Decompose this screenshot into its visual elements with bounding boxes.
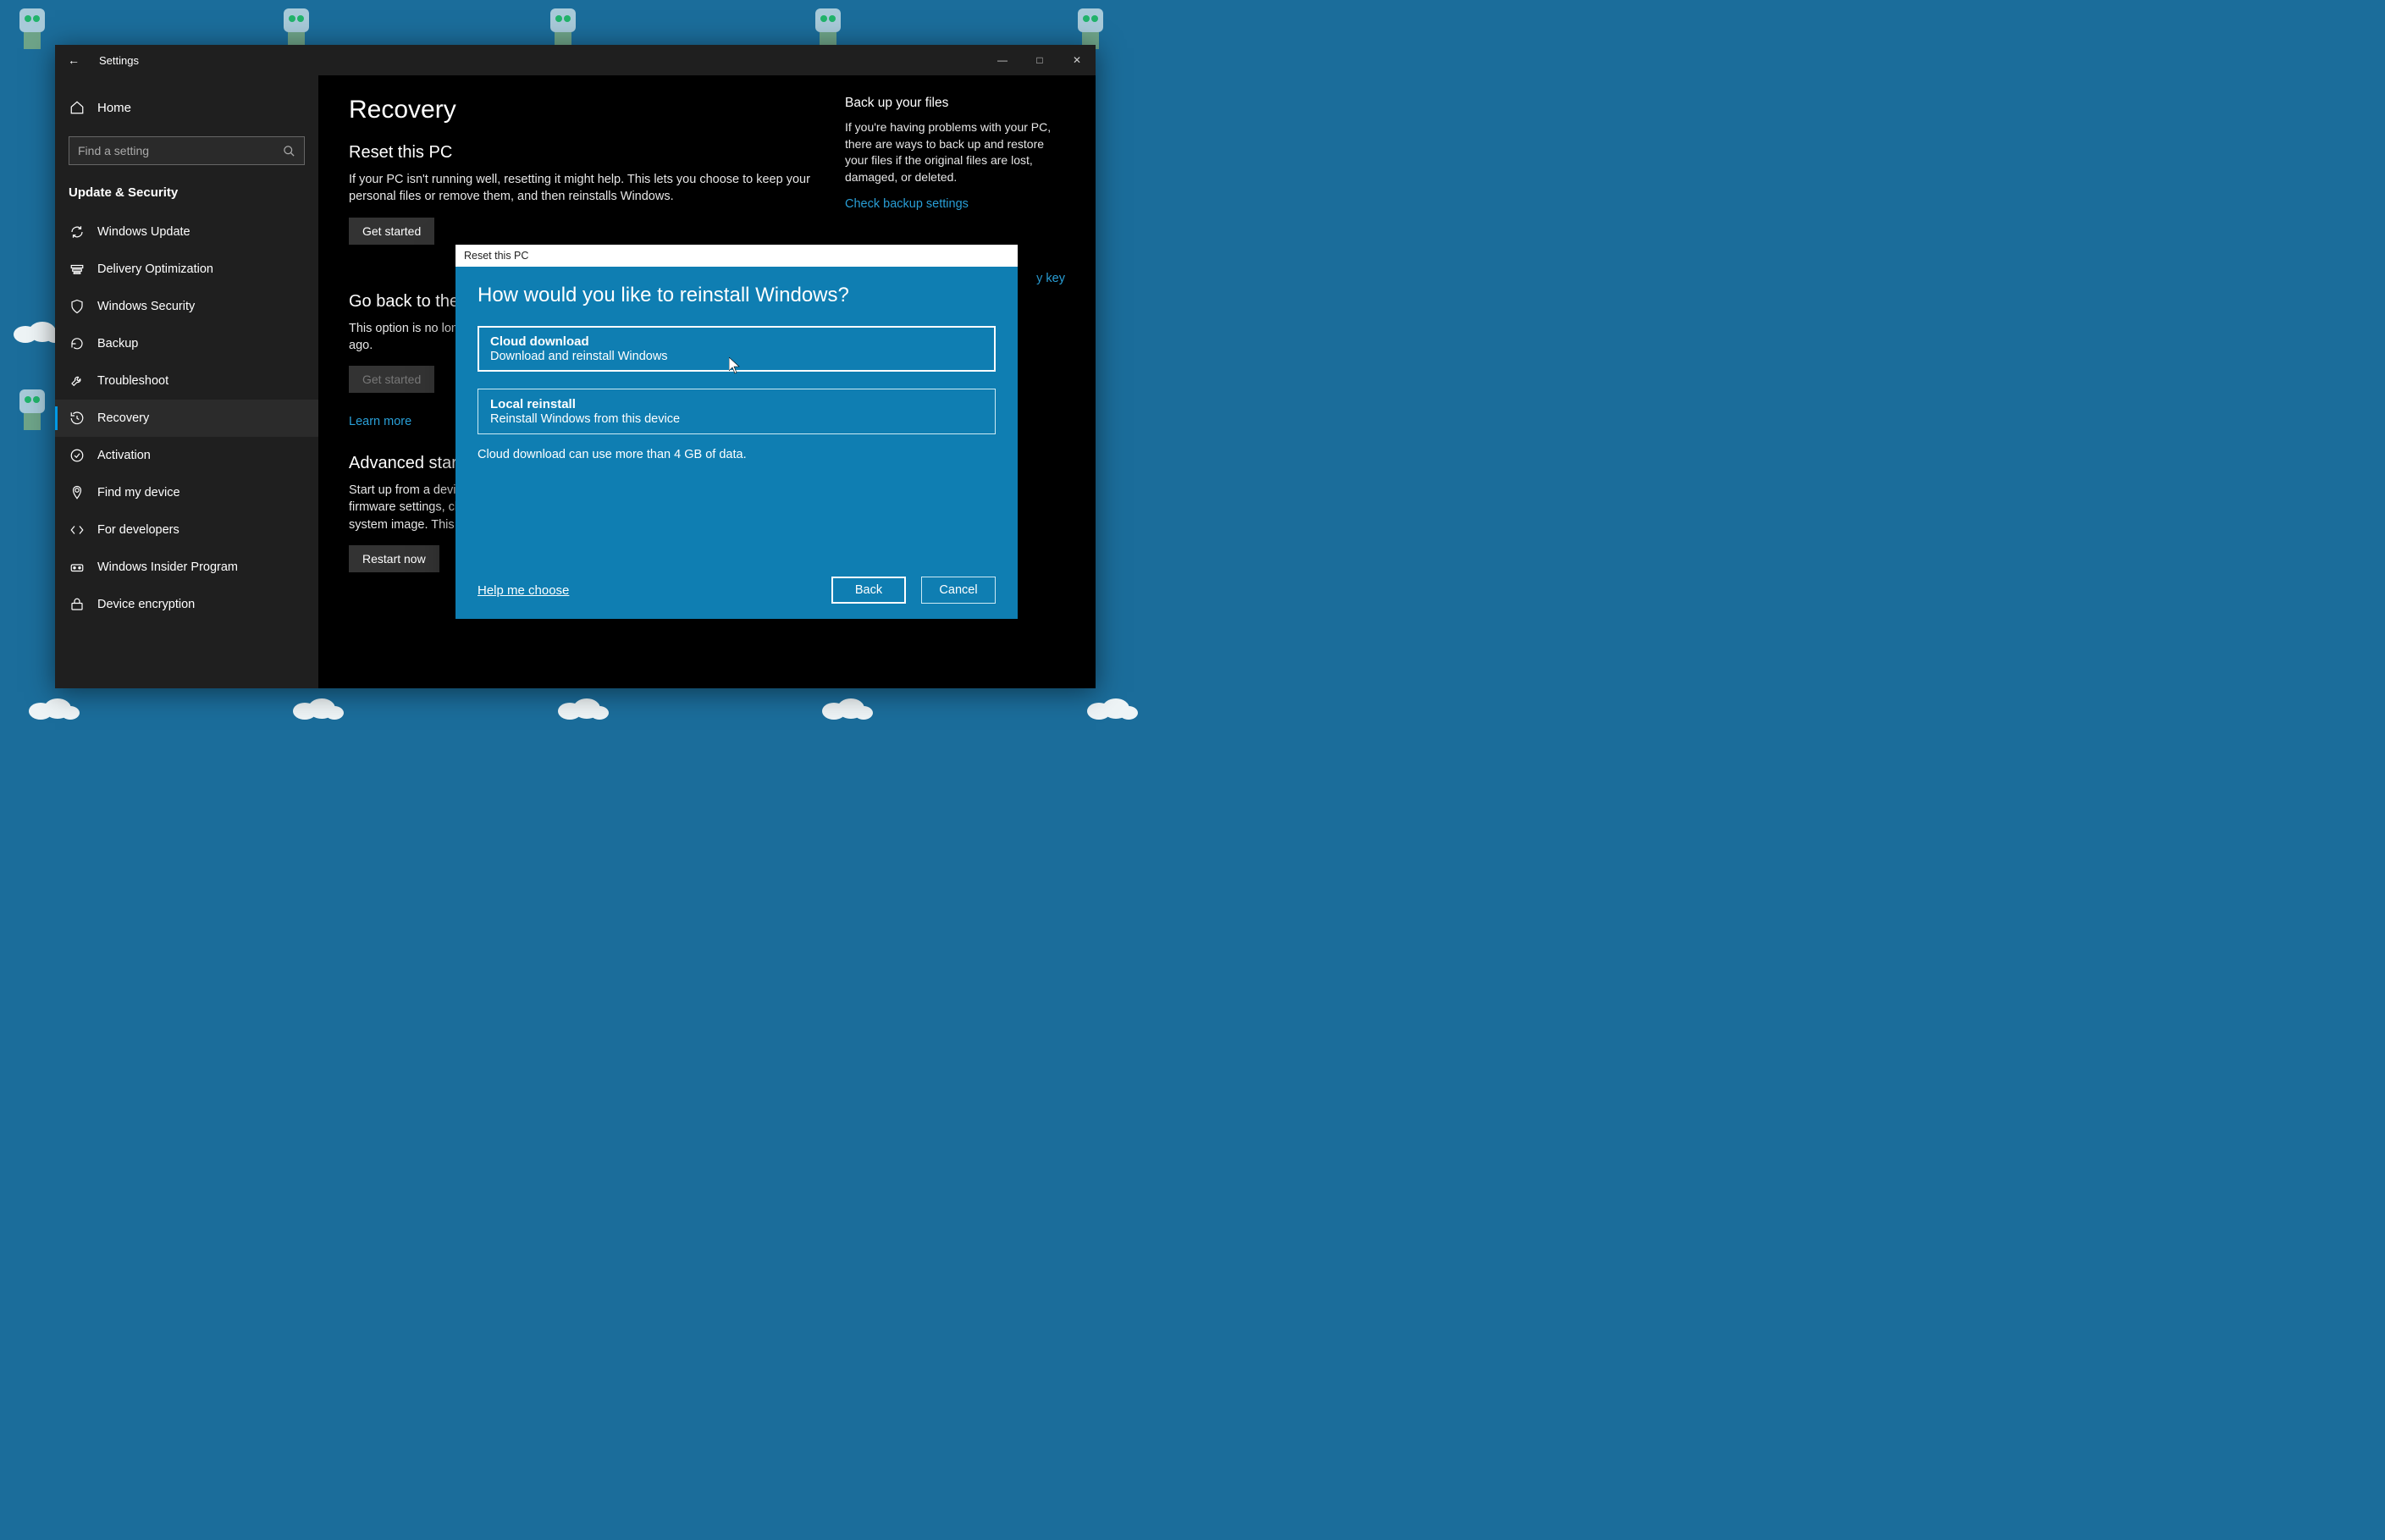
sidebar-item-label: Activation [97,449,151,462]
dialog-heading: How would you like to reinstall Windows? [478,284,996,307]
sidebar-section-label: Update & Security [55,180,318,213]
sidebar-item-label: Windows Security [97,300,195,313]
help-me-choose-link[interactable]: Help me choose [478,583,569,598]
sidebar-item-label: Recovery [97,411,149,425]
insider-icon [69,559,86,576]
home-icon [69,99,86,116]
dialog-note: Cloud download can use more than 4 GB of… [478,448,996,461]
sidebar-item-label: Device encryption [97,598,195,611]
activation-icon [69,447,86,464]
refresh-icon [69,224,86,240]
reset-desc: If your PC isn't running well, resetting… [349,171,811,206]
check-backup-settings-link[interactable]: Check backup settings [845,197,1065,211]
sidebar-item-activation[interactable]: Activation [55,437,318,474]
wallpaper-cloud-icon [817,690,876,724]
search-icon [283,145,295,157]
sidebar-item-label: Windows Insider Program [97,560,238,574]
back-button[interactable]: Back [831,577,906,604]
home-label: Home [97,101,131,115]
page-title: Recovery [349,96,811,124]
reset-pc-dialog: Reset this PC How would you like to rein… [455,245,1018,619]
sidebar: Home Find a setting Update & Security Wi… [55,75,318,688]
shield-icon [69,298,86,315]
sidebar-item-insider-program[interactable]: Windows Insider Program [55,549,318,586]
sidebar-item-device-encryption[interactable]: Device encryption [55,586,318,623]
sidebar-item-label: Delivery Optimization [97,262,213,276]
search-input[interactable]: Find a setting [69,136,305,165]
wallpaper-cloud-icon [553,690,612,724]
reset-heading: Reset this PC [349,143,811,163]
encryption-icon [69,596,86,613]
sidebar-item-backup[interactable]: Backup [55,325,318,362]
restart-now-button[interactable]: Restart now [349,545,439,572]
wallpaper-cloud-icon [24,690,83,724]
backup-icon [69,335,86,352]
maximize-button[interactable]: □ [1021,54,1058,66]
sidebar-item-label: For developers [97,523,179,537]
search-placeholder: Find a setting [78,144,149,157]
home-nav[interactable]: Home [55,91,318,124]
sidebar-item-label: Troubleshoot [97,374,168,388]
dialog-title: Reset this PC [455,245,1018,267]
sidebar-item-windows-security[interactable]: Windows Security [55,288,318,325]
wallpaper-robot-icon [7,0,58,59]
close-button[interactable]: ✕ [1058,54,1096,66]
titlebar: ← Settings — □ ✕ [55,45,1096,75]
option-title: Cloud download [490,334,983,349]
window-title: Settings [99,54,139,67]
option-local-reinstall[interactable]: Local reinstall Reinstall Windows from t… [478,389,996,434]
wallpaper-cloud-icon [288,690,347,724]
goback-get-started-button: Get started [349,366,434,393]
troubleshoot-icon [69,373,86,389]
sidebar-item-label: Backup [97,337,138,351]
option-cloud-download[interactable]: Cloud download Download and reinstall Wi… [478,326,996,372]
sidebar-item-delivery-optimization[interactable]: Delivery Optimization [55,251,318,288]
cancel-button[interactable]: Cancel [921,577,996,604]
sidebar-item-find-my-device[interactable]: Find my device [55,474,318,511]
option-desc: Reinstall Windows from this device [490,412,983,426]
aside-backup-heading: Back up your files [845,96,1065,111]
wallpaper-cloud-icon [1082,690,1141,724]
sidebar-item-recovery[interactable]: Recovery [55,400,318,437]
delivery-icon [69,261,86,278]
aside-backup-desc: If you're having problems with your PC, … [845,119,1065,185]
reset-get-started-button[interactable]: Get started [349,218,434,245]
sidebar-item-windows-update[interactable]: Windows Update [55,213,318,251]
sidebar-item-troubleshoot[interactable]: Troubleshoot [55,362,318,400]
wallpaper-robot-icon [7,373,58,440]
sidebar-item-label: Find my device [97,486,180,500]
sidebar-item-for-developers[interactable]: For developers [55,511,318,549]
developers-icon [69,522,86,538]
find-device-icon [69,484,86,501]
sidebar-item-label: Windows Update [97,225,190,239]
option-desc: Download and reinstall Windows [490,350,983,363]
minimize-button[interactable]: — [984,54,1021,66]
back-button[interactable]: ← [55,53,92,67]
recovery-icon [69,410,86,427]
option-title: Local reinstall [490,397,983,411]
